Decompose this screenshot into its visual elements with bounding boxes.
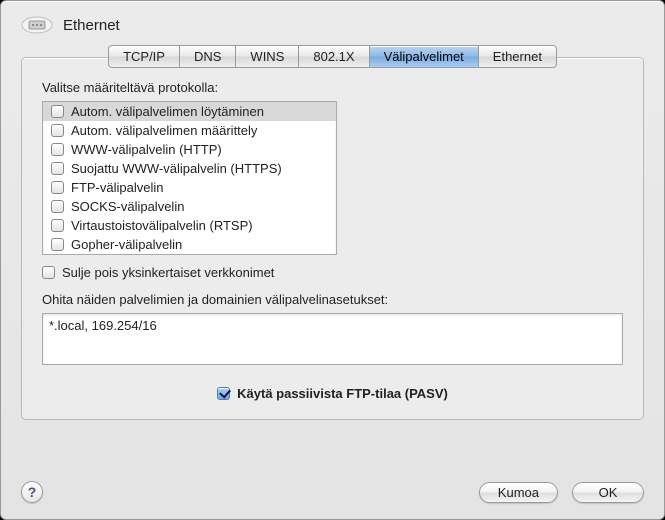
pasv-checkbox[interactable] — [217, 387, 230, 400]
ethernet-icon — [21, 15, 53, 35]
exclude-simple-checkbox[interactable] — [42, 266, 55, 279]
protocol-row[interactable]: WWW-välipalvelin (HTTP) — [43, 140, 336, 159]
help-button[interactable]: ? — [21, 481, 43, 503]
tab-wins[interactable]: WINS — [235, 45, 298, 68]
pasv-row[interactable]: Käytä passiivista FTP-tilaa (PASV) — [42, 386, 623, 401]
protocol-list[interactable]: Autom. välipalvelimen löytäminen Autom. v… — [42, 101, 337, 255]
tab-dns[interactable]: DNS — [179, 45, 235, 68]
page-title: Ethernet — [63, 17, 120, 34]
protocol-label: Gopher-välipalvelin — [71, 237, 182, 252]
protocol-row[interactable]: Autom. välipalvelimen löytäminen — [43, 102, 336, 121]
protocol-row[interactable]: FTP-välipalvelin — [43, 178, 336, 197]
protocol-checkbox[interactable] — [51, 200, 64, 213]
protocol-label: WWW-välipalvelin (HTTP) — [71, 142, 222, 157]
exclude-simple-row[interactable]: Sulje pois yksinkertaiset verkkonimet — [42, 265, 623, 280]
button-row: Kumoa OK — [479, 482, 644, 503]
protocol-checkbox[interactable] — [51, 124, 64, 137]
protocol-row[interactable]: SOCKS-välipalvelin — [43, 197, 336, 216]
protocol-label: Suojattu WWW-välipalvelin (HTTPS) — [71, 161, 282, 176]
protocol-checkbox[interactable] — [51, 181, 64, 194]
pasv-label: Käytä passiivista FTP-tilaa (PASV) — [237, 386, 448, 401]
protocol-row[interactable]: Virtaustoistovälipalvelin (RTSP) — [43, 216, 336, 235]
exclude-simple-label: Sulje pois yksinkertaiset verkkonimet — [62, 265, 274, 280]
preferences-window: Ethernet TCP/IPDNSWINS802.1XVälipalvelim… — [0, 0, 665, 520]
tab-ethernet[interactable]: Ethernet — [478, 45, 557, 68]
header: Ethernet — [21, 15, 644, 35]
ok-button[interactable]: OK — [572, 482, 644, 503]
protocol-checkbox[interactable] — [51, 143, 64, 156]
tab-8021x[interactable]: 802.1X — [298, 45, 368, 68]
protocol-checkbox[interactable] — [51, 162, 64, 175]
protocol-row[interactable]: Suojattu WWW-välipalvelin (HTTPS) — [43, 159, 336, 178]
tab-pane: Valitse määriteltävä protokolla: Autom. … — [21, 57, 644, 420]
protocol-section-label: Valitse määriteltävä protokolla: — [42, 80, 623, 95]
protocol-row[interactable]: Gopher-välipalvelin — [43, 235, 336, 254]
bypass-input[interactable] — [42, 313, 623, 365]
protocol-label: Autom. välipalvelimen määrittely — [71, 123, 257, 138]
tab-tcpip[interactable]: TCP/IP — [108, 45, 179, 68]
bypass-label: Ohita näiden palvelimien ja domainien vä… — [42, 292, 623, 307]
tab-vlipalvelimet[interactable]: Välipalvelimet — [369, 45, 478, 68]
protocol-label: Virtaustoistovälipalvelin (RTSP) — [71, 218, 253, 233]
cancel-button[interactable]: Kumoa — [479, 482, 558, 503]
protocol-checkbox[interactable] — [51, 238, 64, 251]
protocol-label: Autom. välipalvelimen löytäminen — [71, 104, 264, 119]
protocol-checkbox[interactable] — [51, 219, 64, 232]
protocol-checkbox[interactable] — [51, 105, 64, 118]
protocol-label: SOCKS-välipalvelin — [71, 199, 184, 214]
protocol-label: FTP-välipalvelin — [71, 180, 163, 195]
tab-bar: TCP/IPDNSWINS802.1XVälipalvelimetEtherne… — [21, 45, 644, 68]
protocol-row[interactable]: Autom. välipalvelimen määrittely — [43, 121, 336, 140]
